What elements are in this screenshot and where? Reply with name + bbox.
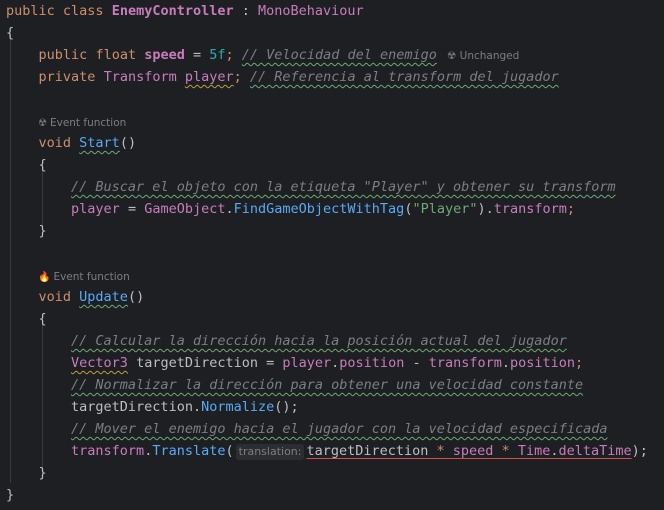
operator: = [257, 355, 283, 371]
property-ref: transform [71, 443, 145, 459]
code-line-comment[interactable]: // Normalizar la dirección para obtener … [6, 374, 583, 396]
keyword: public [6, 3, 55, 19]
code-line-close-brace[interactable]: } [6, 220, 47, 242]
class-ref: Time [517, 443, 551, 459]
keyword: void [38, 289, 72, 305]
property-ref: transform [493, 201, 567, 217]
number-literal: 5f [209, 47, 226, 63]
property-ref: position [339, 355, 405, 371]
operator: * [493, 443, 518, 459]
semicolon: ; [233, 69, 242, 85]
unchanged-hint-label: Unchanged [459, 50, 520, 62]
dot: . [501, 355, 511, 371]
brace: { [38, 157, 47, 173]
paren: ); [631, 443, 648, 459]
method-name: Start [79, 135, 120, 151]
field-name: speed [144, 47, 185, 63]
property-ref: deltaTime [558, 443, 632, 459]
operator: = [119, 201, 145, 217]
semicolon: ; [225, 47, 234, 63]
brace: { [6, 25, 15, 41]
code-line-translate[interactable]: transform.Translate(translation: targetDi… [6, 440, 648, 462]
semicolon: ; [566, 201, 576, 217]
keyword: public [38, 47, 88, 63]
code-line-speed-field[interactable]: public float speed = 5f; // Velocidad de… [6, 44, 520, 66]
string-literal: "Player" [412, 201, 478, 217]
punctuation: : [233, 3, 259, 19]
brace: } [38, 465, 47, 481]
code-line-comment[interactable]: // Mover el enemigo hacia el jugador con… [6, 418, 607, 440]
brace: } [6, 487, 15, 503]
class-name: EnemyController [111, 3, 234, 19]
paren: ). [477, 201, 494, 217]
parens: () [119, 135, 137, 151]
code-line-target-direction[interactable]: Vector3 targetDirection = player.positio… [6, 352, 583, 374]
local-var: targetDirection [127, 355, 258, 371]
method-name: Update [79, 289, 128, 305]
brace: } [38, 223, 47, 239]
field-ref: player [282, 355, 332, 371]
comment: // Buscar el objeto con la etiqueta "Pla… [71, 179, 616, 195]
unchanged-hint[interactable]: ☢ Unchanged [447, 50, 519, 62]
event-function-hint[interactable]: ☢ Event function [38, 114, 126, 132]
parens: () [127, 289, 145, 305]
code-line-comment[interactable]: // Calcular la dirección hacia la posici… [6, 330, 567, 352]
parameter-inlay-hint: translation: [235, 444, 305, 460]
code-editor[interactable]: public class EnemyController : MonoBehav… [0, 0, 664, 510]
operator: * [428, 443, 453, 459]
method-call: FindGameObjectWithTag [233, 201, 405, 217]
code-line-comment[interactable]: // Buscar el objeto con la etiqueta "Pla… [6, 176, 616, 198]
code-line-find-player[interactable]: player = GameObject.FindGameObjectWithTa… [6, 198, 575, 220]
code-line-update-decl[interactable]: void Update() [6, 286, 145, 308]
method-call: Normalize [201, 399, 275, 415]
comment: // Velocidad del enemigo [241, 47, 437, 63]
operator: = [184, 47, 210, 63]
paren: (); [274, 399, 299, 415]
brace: { [38, 311, 47, 327]
dot: . [225, 201, 234, 217]
comment: // Referencia al transform del jugador [249, 69, 559, 85]
unity-icon: ☢ [446, 50, 460, 62]
paren: ( [225, 443, 234, 459]
comment: // Normalizar la dirección para obtener … [71, 377, 584, 393]
event-function-hint[interactable]: 🔥 Event function [38, 268, 130, 286]
comment: // Mover el enemigo hacia el jugador con… [71, 421, 608, 437]
local-var: targetDirection [306, 443, 429, 459]
field-ref: speed [452, 443, 494, 459]
type-name: Transform [103, 69, 177, 85]
code-line-close-brace[interactable]: } [6, 484, 14, 506]
unity-icon: ☢ [38, 118, 47, 129]
keyword: private [38, 69, 96, 85]
operator: - [404, 355, 429, 371]
field-ref: player [71, 201, 120, 217]
code-line-start-decl[interactable]: void Start() [6, 132, 137, 154]
property-ref: position [510, 355, 576, 371]
class-ref: GameObject [144, 201, 226, 217]
local-var: targetDirection [71, 399, 193, 415]
base-class: MonoBehaviour [258, 3, 364, 19]
method-call: Translate [152, 443, 226, 459]
event-function-label: Event function [49, 117, 127, 129]
code-line-open-brace[interactable]: { [6, 308, 47, 330]
keyword: float [95, 47, 137, 63]
dot: . [192, 399, 202, 415]
code-line-close-brace[interactable]: } [6, 462, 47, 484]
comment: // Calcular la dirección hacia la posici… [71, 333, 567, 349]
semicolon: ; [575, 355, 584, 371]
code-line-player-field[interactable]: private Transform player; // Referencia … [6, 66, 559, 88]
property-ref: transform [428, 355, 502, 371]
keyword: void [38, 135, 72, 151]
code-line-normalize[interactable]: targetDirection.Normalize(); [6, 396, 299, 418]
code-line-open-brace[interactable]: { [6, 154, 47, 176]
code-line-open-brace[interactable]: { [6, 22, 14, 44]
flame-icon: 🔥 [38, 272, 51, 283]
keyword: class [62, 3, 104, 19]
code-line-class-decl[interactable]: public class EnemyController : MonoBehav… [6, 0, 364, 22]
field-name: player [184, 69, 234, 85]
type-name: Vector3 [71, 355, 128, 371]
event-function-label: Event function [53, 271, 130, 283]
